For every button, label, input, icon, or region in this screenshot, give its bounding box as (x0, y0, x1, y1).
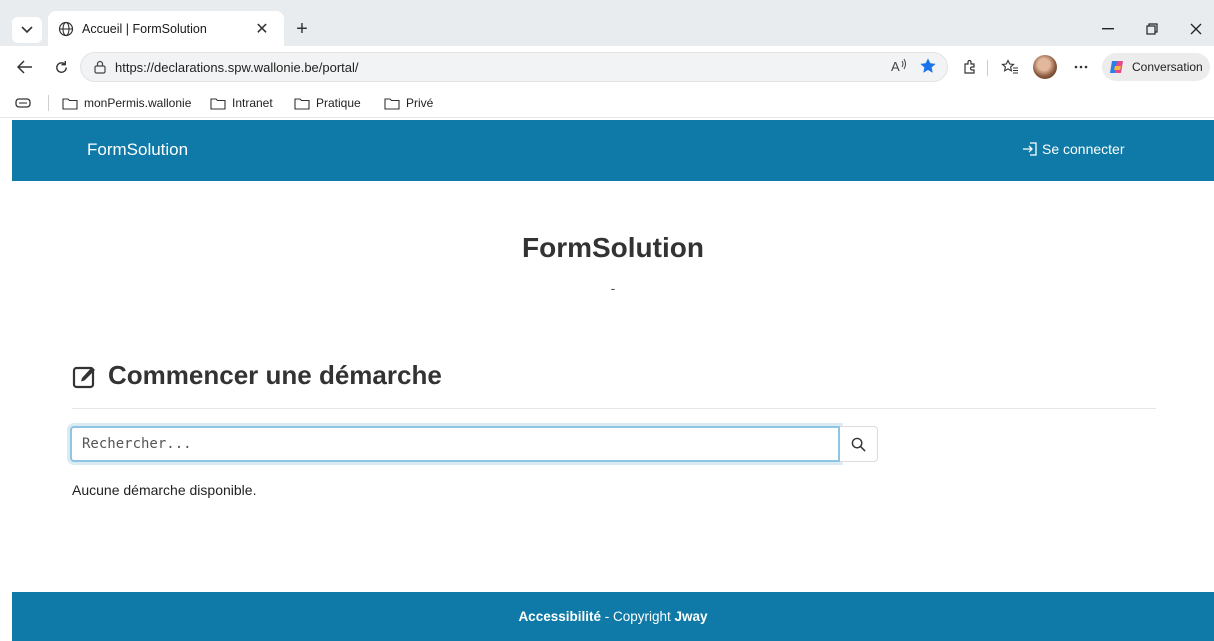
close-icon[interactable]: ✕ (252, 19, 272, 39)
extensions-icon (964, 59, 975, 74)
section-heading: Commencer une démarche (72, 360, 442, 391)
favorite-label: Privé (406, 96, 434, 110)
back-button[interactable] (12, 54, 38, 80)
favorite-folder[interactable]: monPermis.wallonie (62, 92, 191, 114)
tab-list-icon (21, 26, 33, 34)
copilot-icon (1110, 61, 1123, 73)
empty-state-message: Aucune démarche disponible. (72, 482, 257, 498)
folder-icon (210, 97, 226, 110)
folder-icon (294, 97, 310, 110)
window-close-icon (1190, 23, 1202, 35)
window-close-button[interactable] (1182, 16, 1210, 42)
collections-icon[interactable] (14, 94, 32, 112)
copilot-label: Conversation (1132, 60, 1203, 74)
folder-icon (384, 97, 400, 110)
tab-title: Accueil | FormSolution (82, 21, 207, 36)
search-icon (851, 437, 866, 452)
refresh-button[interactable] (48, 54, 74, 80)
favorite-label: Pratique (316, 96, 361, 110)
search-input[interactable] (70, 426, 840, 462)
page-viewport: FormSolution Se connecter FormSolution -… (12, 120, 1214, 641)
favorite-label: Intranet (232, 96, 273, 110)
site-header: FormSolution Se connecter (12, 120, 1214, 181)
avatar[interactable] (1033, 55, 1057, 79)
folder-icon (62, 97, 78, 110)
new-tab-button[interactable]: + (289, 16, 315, 42)
section-divider (72, 408, 1156, 409)
favorites-icon (1001, 59, 1018, 74)
edit-icon (72, 366, 95, 388)
globe-icon (58, 21, 74, 36)
favorite-folder[interactable]: Intranet (210, 92, 273, 114)
login-link[interactable]: Se connecter (1022, 141, 1125, 157)
login-label: Se connecter (1042, 141, 1125, 157)
favorite-folder[interactable]: Privé (384, 92, 433, 114)
minimize-button[interactable] (1094, 16, 1122, 42)
read-aloud-icon[interactable]: A (889, 57, 909, 75)
more-button[interactable] (1068, 54, 1094, 80)
search-group (70, 426, 878, 462)
login-icon (1023, 142, 1037, 156)
favorites-bar: monPermis.wallonie Intranet Pratique Pri… (0, 88, 1214, 118)
refresh-icon (55, 60, 67, 73)
site-footer: Accessibilité - Copyright Jway (12, 592, 1214, 641)
company-link[interactable]: Jway (675, 609, 708, 624)
favorite-folder[interactable]: Pratique (294, 92, 361, 114)
more-icon (1074, 65, 1088, 69)
active-tab[interactable]: Accueil | FormSolution ✕ (48, 11, 284, 46)
favorites-separator (48, 95, 49, 111)
favorite-star-icon[interactable] (919, 57, 937, 75)
extensions-button[interactable] (957, 54, 983, 80)
page-subtitle: - (610, 280, 616, 296)
back-icon (17, 60, 32, 74)
restore-button[interactable] (1138, 16, 1166, 42)
section-title-text: Commencer une démarche (108, 360, 442, 390)
restore-icon (1146, 23, 1158, 35)
page-title: FormSolution (522, 232, 704, 263)
toolbar-separator (987, 60, 988, 76)
minimize-icon (1102, 28, 1114, 30)
address-bar[interactable]: https://declarations.spw.wallonie.be/por… (80, 52, 948, 82)
site-info-icon[interactable] (93, 60, 107, 74)
site-brand-link[interactable]: FormSolution (87, 140, 188, 160)
favorite-label: monPermis.wallonie (84, 96, 192, 110)
accessibility-link[interactable]: Accessibilité (518, 609, 601, 624)
favorites-button[interactable] (997, 54, 1023, 80)
copilot-button[interactable]: Conversation (1102, 53, 1210, 81)
browser-toolbar: https://declarations.spw.wallonie.be/por… (0, 46, 1214, 88)
copyright-text: - Copyright (600, 609, 675, 624)
search-button[interactable] (840, 426, 878, 462)
svg-text:A: A (891, 59, 900, 74)
url-text[interactable]: https://declarations.spw.wallonie.be/por… (115, 60, 359, 75)
tab-list-button[interactable] (12, 17, 42, 43)
